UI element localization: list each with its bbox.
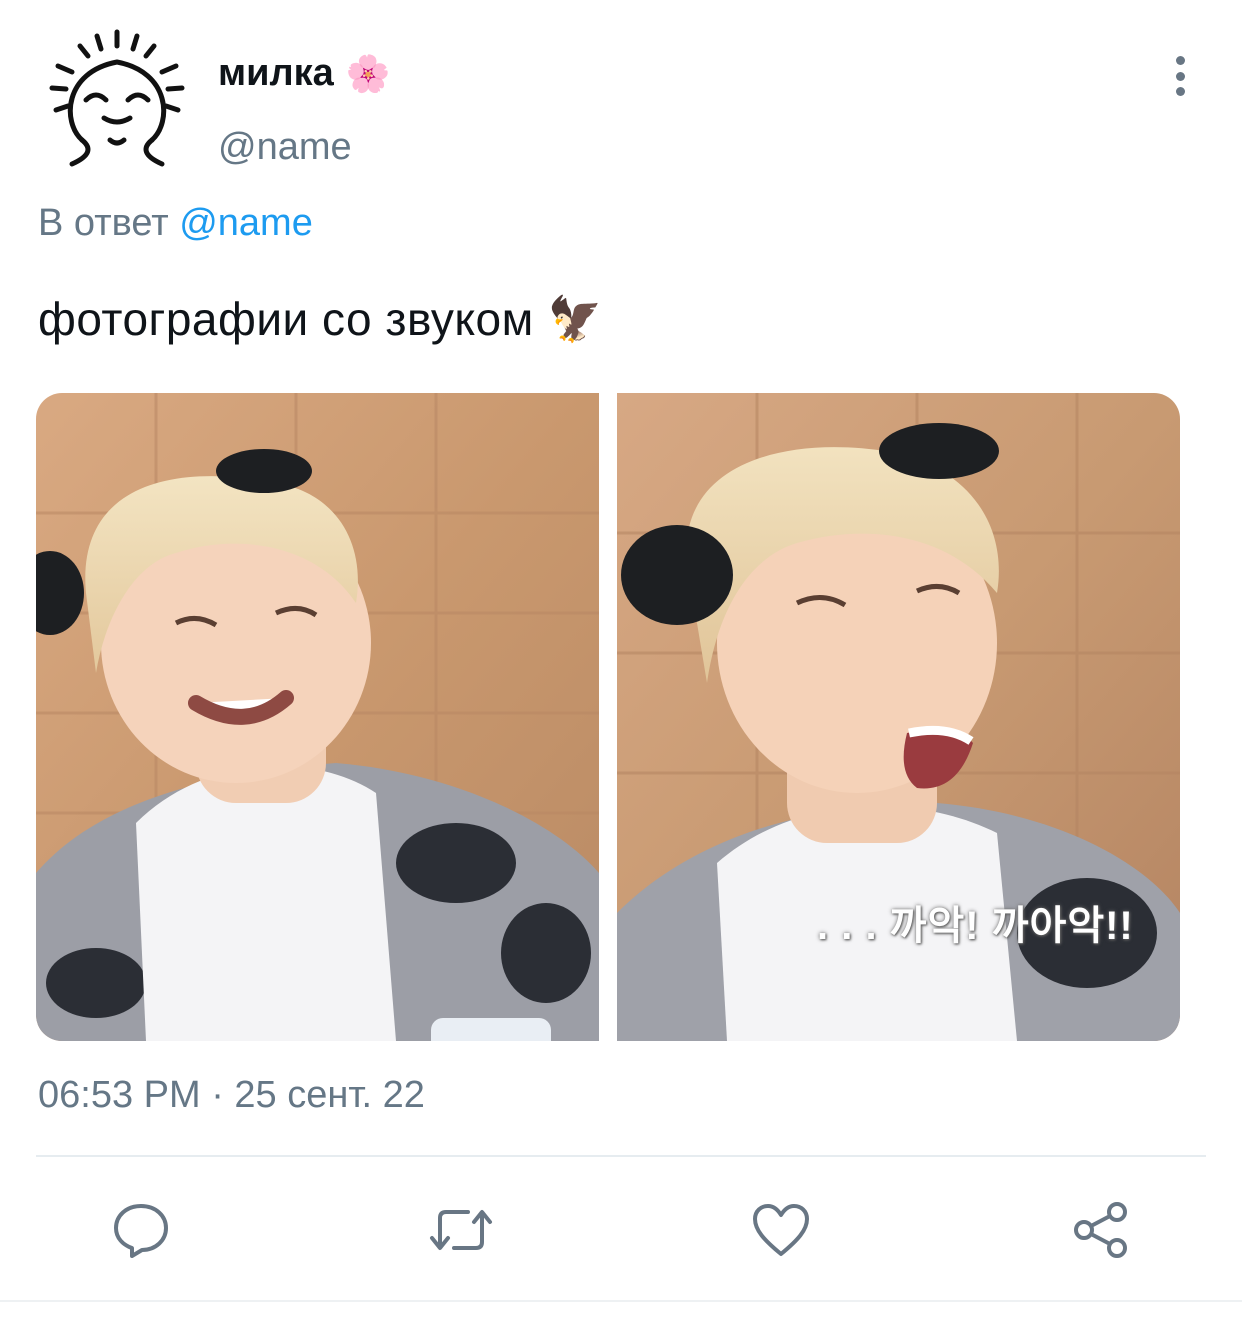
- divider: [36, 1155, 1206, 1157]
- bottom-divider: [0, 1300, 1242, 1302]
- author-name-text: милка: [218, 52, 334, 94]
- author-name[interactable]: милка 🌸: [218, 52, 391, 95]
- tweet-photo-2[interactable]: . . . 까악! 까아악!!: [617, 393, 1180, 1041]
- like-button[interactable]: [741, 1190, 821, 1270]
- photo-2-subtitle: . . . 까악! 까아악!!: [817, 904, 1134, 948]
- share-nodes-icon: [1074, 1202, 1127, 1258]
- photo-1-image: [36, 393, 599, 1041]
- tweet-photo-1[interactable]: [36, 393, 599, 1041]
- tweet-actions: [0, 1190, 1242, 1270]
- eagle-emoji: 🦅: [547, 295, 604, 344]
- tweet-text: фотографии со звуком 🦅: [38, 292, 603, 346]
- tweet-text-body: фотографии со звуком: [38, 293, 534, 345]
- share-button[interactable]: [1061, 1190, 1141, 1270]
- cherry-blossom-emoji: 🌸: [345, 52, 391, 94]
- reply-button[interactable]: [101, 1190, 181, 1270]
- reply-mention-link[interactable]: @name: [179, 202, 313, 244]
- retweet-arrows-icon: [430, 1210, 492, 1250]
- more-options-button[interactable]: [1162, 56, 1198, 96]
- retweet-button[interactable]: [421, 1190, 501, 1270]
- speech-bubble-icon: [114, 1204, 168, 1258]
- heart-outline-icon: [753, 1204, 809, 1256]
- author-handle[interactable]: @name: [218, 126, 352, 169]
- media-grid: . . . 까악! 까아악!!: [36, 393, 1180, 1041]
- reply-prefix: В ответ: [38, 202, 169, 244]
- more-dot-icon: [1175, 87, 1185, 96]
- avatar[interactable]: [42, 22, 192, 172]
- more-dot-icon: [1175, 56, 1185, 65]
- sun-face-avatar-icon: [49, 29, 185, 167]
- reply-context: В ответ @name: [38, 202, 313, 245]
- more-dot-icon: [1175, 71, 1185, 81]
- tweet-timestamp[interactable]: 06:53 PM · 25 сент. 22: [38, 1074, 425, 1117]
